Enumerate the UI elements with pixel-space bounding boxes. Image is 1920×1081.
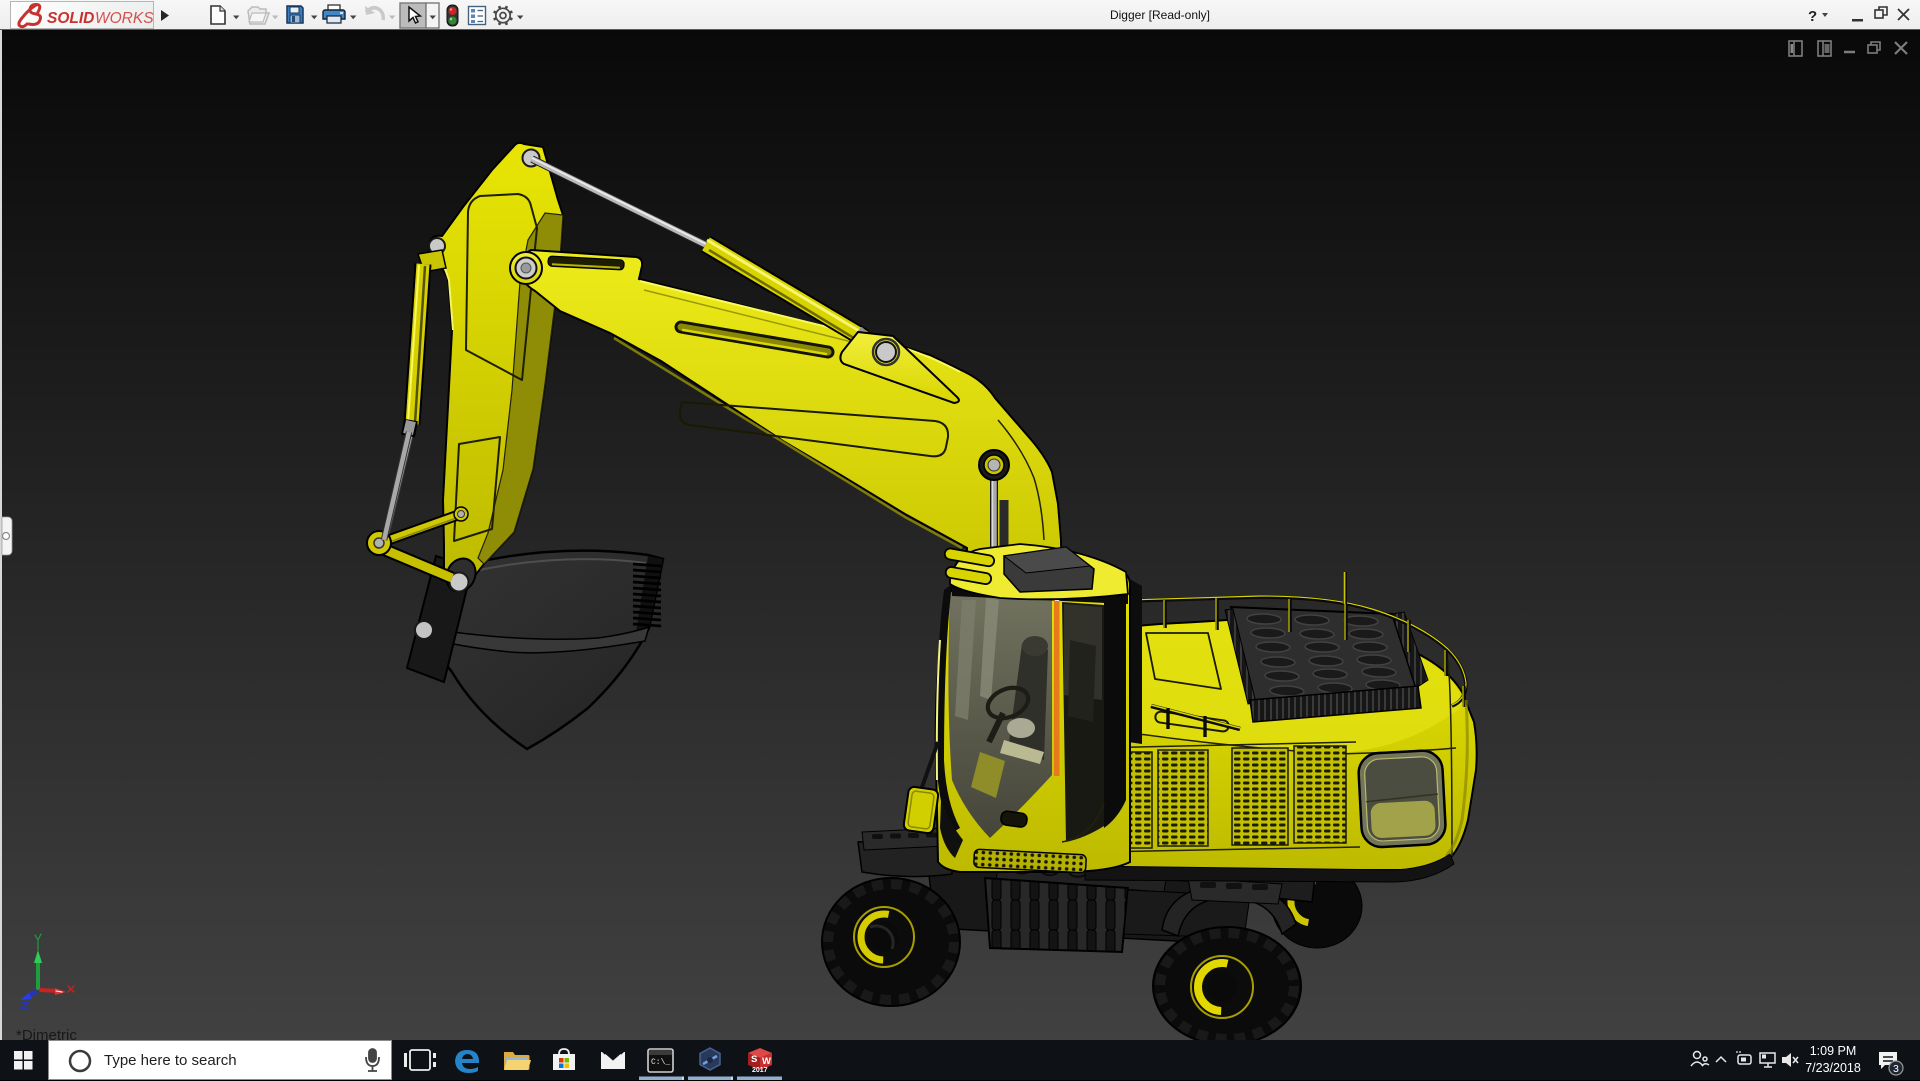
- svg-text:2017: 2017: [752, 1067, 768, 1074]
- svg-text:*Dimetric: *Dimetric: [16, 1027, 77, 1040]
- svg-text:?: ?: [1808, 8, 1817, 25]
- svg-text:W: W: [762, 1056, 771, 1067]
- svg-text:3: 3: [1893, 1063, 1899, 1075]
- svg-text:S: S: [751, 1054, 757, 1065]
- svg-text:C:\_: C:\_: [651, 1058, 670, 1067]
